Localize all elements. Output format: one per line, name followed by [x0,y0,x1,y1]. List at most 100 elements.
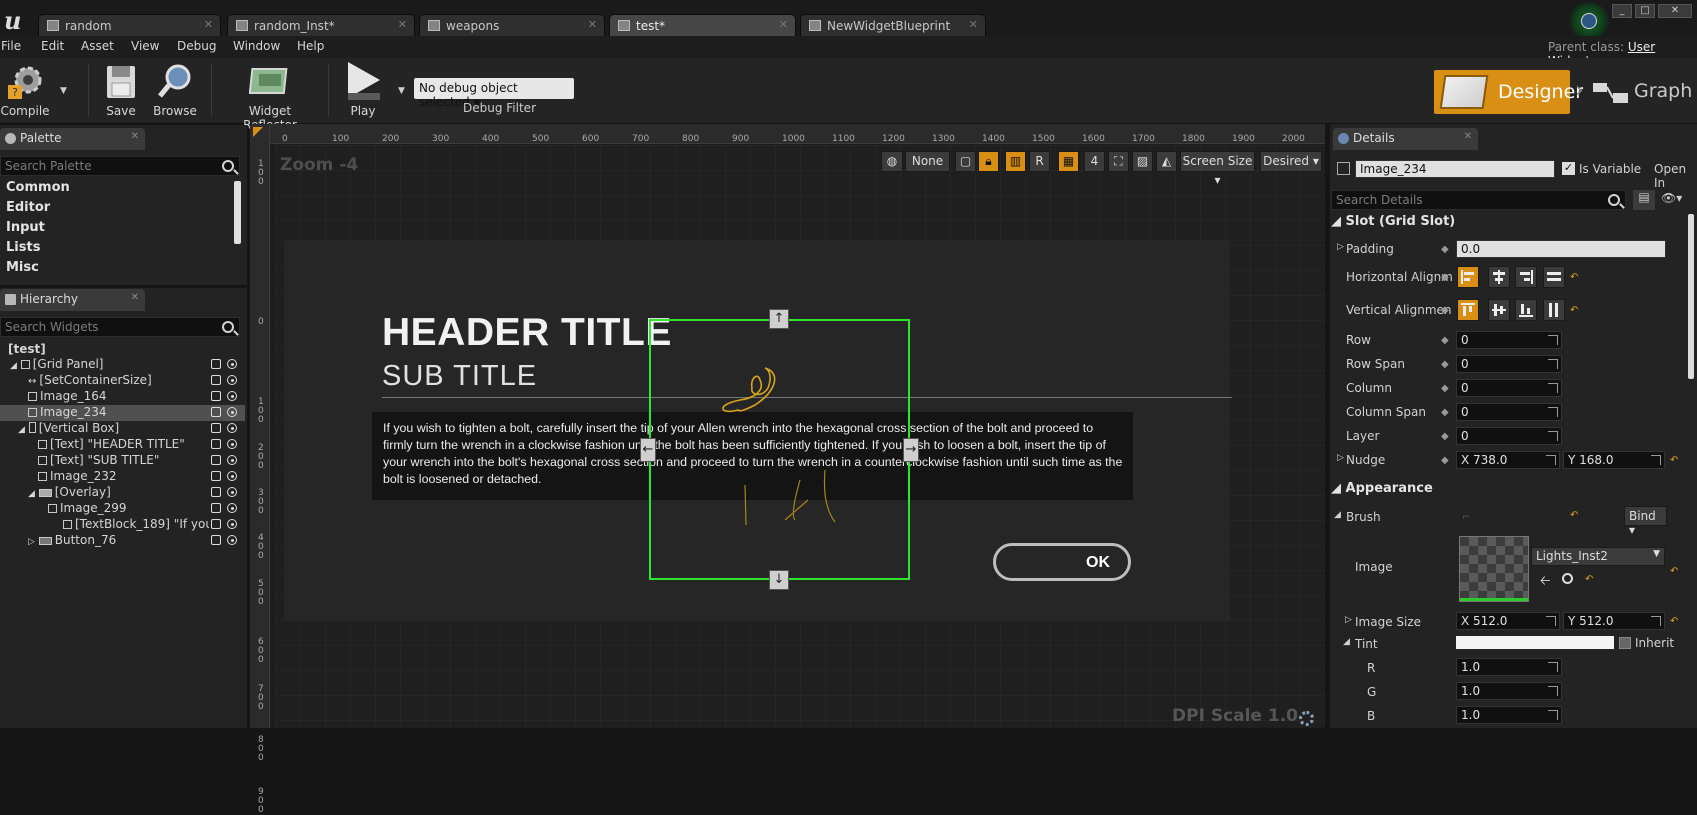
v-align-center-button[interactable] [1488,299,1510,321]
nudge-x-field[interactable]: X 738.0 [1456,451,1560,469]
h-align-fill-button[interactable] [1543,266,1565,288]
slot-section-header[interactable]: ◢ Slot (Grid Slot) [1331,214,1455,234]
tab-newwidgetblueprint[interactable]: NewWidgetBlueprint ✕ [800,14,986,36]
close-icon[interactable]: ✕ [131,292,139,303]
lock-icon[interactable] [211,407,221,417]
lock-icon[interactable] [211,455,221,465]
eye-icon[interactable] [227,471,237,481]
lock-icon[interactable] [211,391,221,401]
hierarchy-item-image-299[interactable]: Image_299 [0,501,245,517]
resize-handle-top[interactable]: ↑ [769,309,789,329]
row-span-field[interactable]: 0 [1456,355,1562,373]
menu-asset[interactable]: Asset [81,39,114,53]
h-align-left-button[interactable] [1457,266,1479,288]
reset-to-default-icon[interactable]: ↶ [1585,574,1593,585]
palette-category-editor[interactable]: Editor [6,200,50,215]
tint-b-field[interactable]: 1.0 [1456,706,1562,724]
v-align-bottom-button[interactable] [1515,299,1537,321]
lock-icon[interactable] [211,519,221,529]
menu-view[interactable]: View [131,39,159,53]
lock-toggle-button[interactable]: 🔒︎ [978,151,999,172]
use-selected-asset-icon[interactable]: 🡠 [1540,572,1551,594]
browse-asset-icon[interactable] [1562,573,1573,584]
screen-size-select[interactable]: Screen Size ▾ [1180,151,1255,187]
expand-arrow-icon[interactable]: ▷ [1337,453,1344,463]
hierarchy-tab[interactable]: Hierarchy ✕ [0,289,145,311]
details-tab[interactable]: Details ✕ [1333,128,1478,150]
palette-scrollbar[interactable] [234,181,241,244]
hierarchy-item-image-232[interactable]: Image_232 [0,469,245,485]
hierarchy-item-button-76[interactable]: ▷ Button_76 [0,533,245,549]
browse-button[interactable]: Browse [151,60,199,120]
hierarchy-item-vertical-box[interactable]: ◢ [Vertical Box] [0,421,245,437]
column-span-field[interactable]: 0 [1456,403,1562,421]
eye-icon[interactable] [227,519,237,529]
property-matrix-button[interactable]: ▤ [1633,190,1655,210]
dpi-settings-gear-icon[interactable] [1299,711,1314,726]
bind-icon[interactable]: ◆ [1441,359,1449,370]
h-align-center-button[interactable] [1488,266,1510,288]
hierarchy-item-setcontainersize[interactable]: ↔ [SetContainerSize] [0,373,245,389]
palette-category-misc[interactable]: Misc [6,260,39,275]
eye-icon[interactable] [227,375,237,385]
bind-icon[interactable]: ◆ [1441,244,1449,255]
hierarchy-root[interactable]: [test] [8,342,253,358]
eye-icon[interactable] [227,359,237,369]
eye-icon[interactable] [227,455,237,465]
menu-window[interactable]: Window [233,39,280,53]
collapse-arrow-icon[interactable]: ◢ [1334,510,1341,520]
grid-size-select[interactable]: 4 [1084,151,1105,172]
grid-snap-toggle[interactable]: ▦ [1058,151,1079,172]
lock-icon[interactable] [211,487,221,497]
close-icon[interactable]: ✕ [1464,131,1472,142]
close-icon[interactable]: ✕ [969,18,978,31]
localization-preview-select[interactable]: None [905,151,950,172]
play-button[interactable]: Play [340,60,386,120]
brush-bind-button[interactable]: Bind ▾ [1624,506,1667,537]
tab-weapons[interactable]: weapons ✕ [419,14,605,36]
eye-icon[interactable] [227,503,237,513]
nudge-y-field[interactable]: Y 168.0 [1563,451,1665,469]
close-icon[interactable]: ✕ [779,18,788,31]
minimize-button[interactable]: _ [1612,4,1632,18]
hierarchy-item-text-subtitle[interactable]: [Text] "SUB TITLE" [0,453,245,469]
close-icon[interactable]: ✕ [204,18,213,31]
image-thumbnail[interactable] [1459,536,1529,602]
tab-random-inst[interactable]: random_Inst* ✕ [227,14,415,36]
widget-reflector-button[interactable]: Widget Reflector [222,60,318,132]
palette-tab[interactable]: Palette ✕ [0,128,145,150]
ok-button[interactable]: OK [993,543,1131,581]
details-scrollbar[interactable] [1688,214,1694,379]
zoom-to-fit-button[interactable]: ⛶ [1108,151,1129,172]
open-in-link[interactable]: Open In [1654,162,1697,190]
collapse-arrow-icon[interactable]: ◢ [1343,637,1350,647]
menu-debug[interactable]: Debug [177,39,216,53]
eye-icon[interactable] [227,391,237,401]
bind-icon[interactable]: ◆ [1441,272,1449,283]
compile-options-dropdown[interactable]: ▼ [60,86,67,96]
eye-icon[interactable] [227,439,237,449]
resize-handle-bottom[interactable]: ↓ [769,570,789,590]
save-button[interactable]: Save [100,60,142,120]
eye-icon[interactable] [227,487,237,497]
expand-arrow-icon[interactable]: ▷ [1337,242,1344,252]
appearance-section-header[interactable]: ◢ Appearance [1331,481,1433,501]
menu-edit[interactable]: Edit [41,39,64,53]
menu-file[interactable]: File [1,39,21,53]
outline-toggle-button[interactable]: ▢ [955,151,976,172]
close-icon[interactable]: ✕ [398,18,407,31]
reset-to-default-icon[interactable]: ↶ [1570,305,1578,316]
h-align-right-button[interactable] [1515,266,1537,288]
localization-globe-button[interactable]: ◍ [881,151,903,172]
is-variable-checkbox[interactable]: ✓ [1562,162,1575,175]
lock-icon[interactable] [211,535,221,545]
lock-icon[interactable] [211,471,221,481]
bind-icon[interactable]: ◆ [1441,383,1449,394]
resize-handle-right[interactable]: → [903,438,919,462]
v-align-top-button[interactable] [1457,299,1479,321]
menu-help[interactable]: Help [297,39,324,53]
visibility-options-eye-icon[interactable]: 👁︎▾ [1661,191,1682,205]
inherit-checkbox[interactable] [1619,637,1631,649]
maximize-button[interactable]: □ [1635,4,1655,18]
reset-to-default-icon[interactable]: ↶ [1570,272,1578,283]
